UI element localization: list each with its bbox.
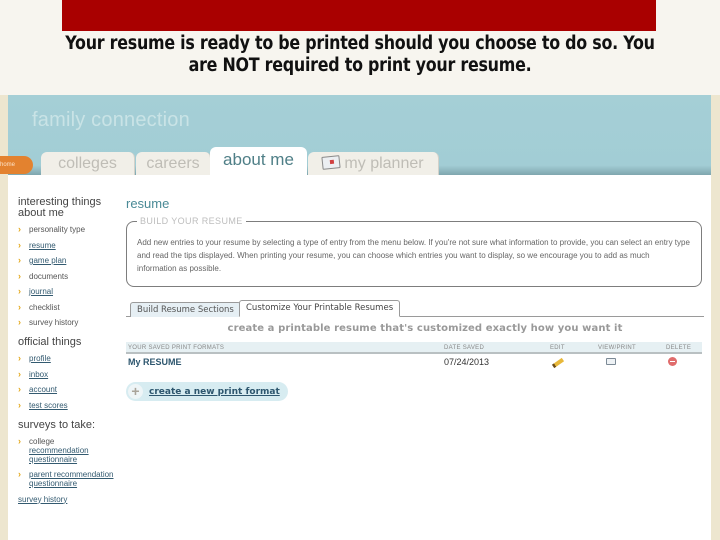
customize-subheading: create a printable resume that's customi… bbox=[227, 323, 623, 334]
sidebar-heading-interesting: interesting things about me bbox=[18, 196, 102, 219]
chevron-right-icon: › bbox=[18, 301, 21, 312]
tab-my-planner-label: my planner bbox=[344, 155, 424, 172]
family-connection-app: family connection colleges careers about… bbox=[8, 95, 711, 540]
app-header: family connection colleges careers about… bbox=[8, 95, 711, 176]
column-header-date: DATE SAVED bbox=[444, 345, 485, 351]
chevron-right-icon: › bbox=[18, 399, 21, 410]
chevron-right-icon: › bbox=[18, 353, 21, 363]
column-header-view-print: VIEW/PRINT bbox=[598, 345, 637, 351]
sidebar-item-personality-type[interactable]: › personality type bbox=[18, 224, 118, 235]
chevron-right-icon: › bbox=[18, 270, 21, 281]
sidebar-item-parent-recommendation[interactable]: › parent recommendation questionnaire bbox=[18, 469, 118, 489]
tab-about-me[interactable]: about me bbox=[210, 147, 307, 176]
main-content: resume BUILD YOUR RESUME Add new entries… bbox=[126, 197, 704, 401]
format-date: 07/24/2013 bbox=[444, 357, 490, 367]
subtab-customize-printable-resumes[interactable]: Customize Your Printable Resumes bbox=[239, 300, 401, 317]
sidebar-item-college-recommendation[interactable]: › college recommendation questionnaire bbox=[18, 435, 118, 464]
sidebar-item-test-scores[interactable]: › test scores bbox=[18, 399, 118, 410]
sidebar-item-journal[interactable]: › journal bbox=[18, 286, 118, 297]
sidebar-item-account[interactable]: › account bbox=[18, 384, 118, 395]
column-header-edit: EDIT bbox=[550, 345, 565, 351]
chevron-right-icon: › bbox=[18, 255, 21, 265]
sidebar-item-game-plan[interactable]: › game plan bbox=[18, 255, 118, 266]
slide-headline: Your resume is ready to be printed shoul… bbox=[65, 33, 655, 76]
sidebar-item-documents[interactable]: › documents bbox=[18, 270, 118, 281]
planner-icon bbox=[321, 155, 342, 170]
column-header-delete: DELETE bbox=[666, 345, 692, 351]
sidebar-heading-surveys: surveys to take: bbox=[18, 418, 96, 431]
chevron-right-icon: › bbox=[18, 317, 21, 327]
create-print-format-button[interactable]: + create a new print format bbox=[126, 382, 288, 401]
brand-logo[interactable]: family connection bbox=[32, 109, 190, 132]
sidebar-item-profile[interactable]: › profile bbox=[18, 353, 118, 364]
sidebar-link-survey-history[interactable]: survey history bbox=[18, 495, 118, 504]
chevron-right-icon: › bbox=[18, 368, 21, 379]
tab-careers[interactable]: careers bbox=[136, 152, 211, 175]
tab-my-planner[interactable]: my planner bbox=[308, 152, 439, 175]
plus-icon: + bbox=[128, 384, 143, 399]
sidebar-item-inbox[interactable]: › inbox bbox=[18, 368, 118, 379]
chevron-right-icon: › bbox=[18, 239, 21, 250]
screenshot-frame: home family connection colleges careers … bbox=[0, 95, 720, 540]
sidebar-list-interesting: › personality type › resume › game plan › do… bbox=[18, 224, 118, 328]
build-resume-legend: BUILD YOUR RESUME bbox=[137, 216, 246, 226]
home-button[interactable]: home bbox=[0, 156, 33, 174]
chevron-right-icon: › bbox=[18, 469, 21, 479]
print-formats-table: YOUR SAVED PRINT FORMATS DATE SAVED EDIT… bbox=[126, 342, 702, 370]
chevron-right-icon: › bbox=[18, 435, 21, 446]
table-row: My RESUME 07/24/2013 bbox=[126, 354, 702, 370]
build-resume-box: BUILD YOUR RESUME Add new entries to you… bbox=[126, 216, 702, 287]
page-title: resume bbox=[126, 196, 170, 211]
subtab-build-resume-sections[interactable]: Build Resume Sections bbox=[130, 302, 241, 317]
sidebar-item-checklist[interactable]: › checklist bbox=[18, 301, 118, 312]
table-header: YOUR SAVED PRINT FORMATS DATE SAVED EDIT… bbox=[126, 342, 702, 354]
create-print-format-link[interactable]: create a new print format bbox=[149, 387, 280, 397]
build-resume-text: Add new entries to your resume by select… bbox=[137, 238, 690, 273]
sidebar-item-survey-history[interactable]: › survey history bbox=[18, 317, 118, 328]
delete-icon[interactable] bbox=[666, 357, 677, 368]
printer-icon[interactable] bbox=[598, 357, 616, 367]
chevron-right-icon: › bbox=[18, 224, 21, 234]
chevron-right-icon: › bbox=[18, 286, 21, 296]
sidebar-list-official: › profile › inbox › account › test scores bbox=[18, 354, 118, 410]
sidebar-item-resume[interactable]: › resume bbox=[18, 239, 118, 250]
tab-colleges[interactable]: colleges bbox=[41, 152, 135, 175]
pencil-icon[interactable] bbox=[550, 357, 565, 369]
sidebar: interesting things about me › personality… bbox=[18, 197, 118, 504]
resume-subtabs: Build Resume Sections Customize Your Pri… bbox=[126, 299, 704, 317]
column-header-formats: YOUR SAVED PRINT FORMATS bbox=[128, 345, 225, 351]
chevron-right-icon: › bbox=[18, 384, 21, 394]
sidebar-heading-official: official things bbox=[18, 336, 82, 348]
slide-accent-bar bbox=[62, 0, 656, 31]
format-name-link[interactable]: My RESUME bbox=[128, 357, 182, 367]
sidebar-list-surveys: › college recommendation questionnaire › pa… bbox=[18, 435, 118, 489]
